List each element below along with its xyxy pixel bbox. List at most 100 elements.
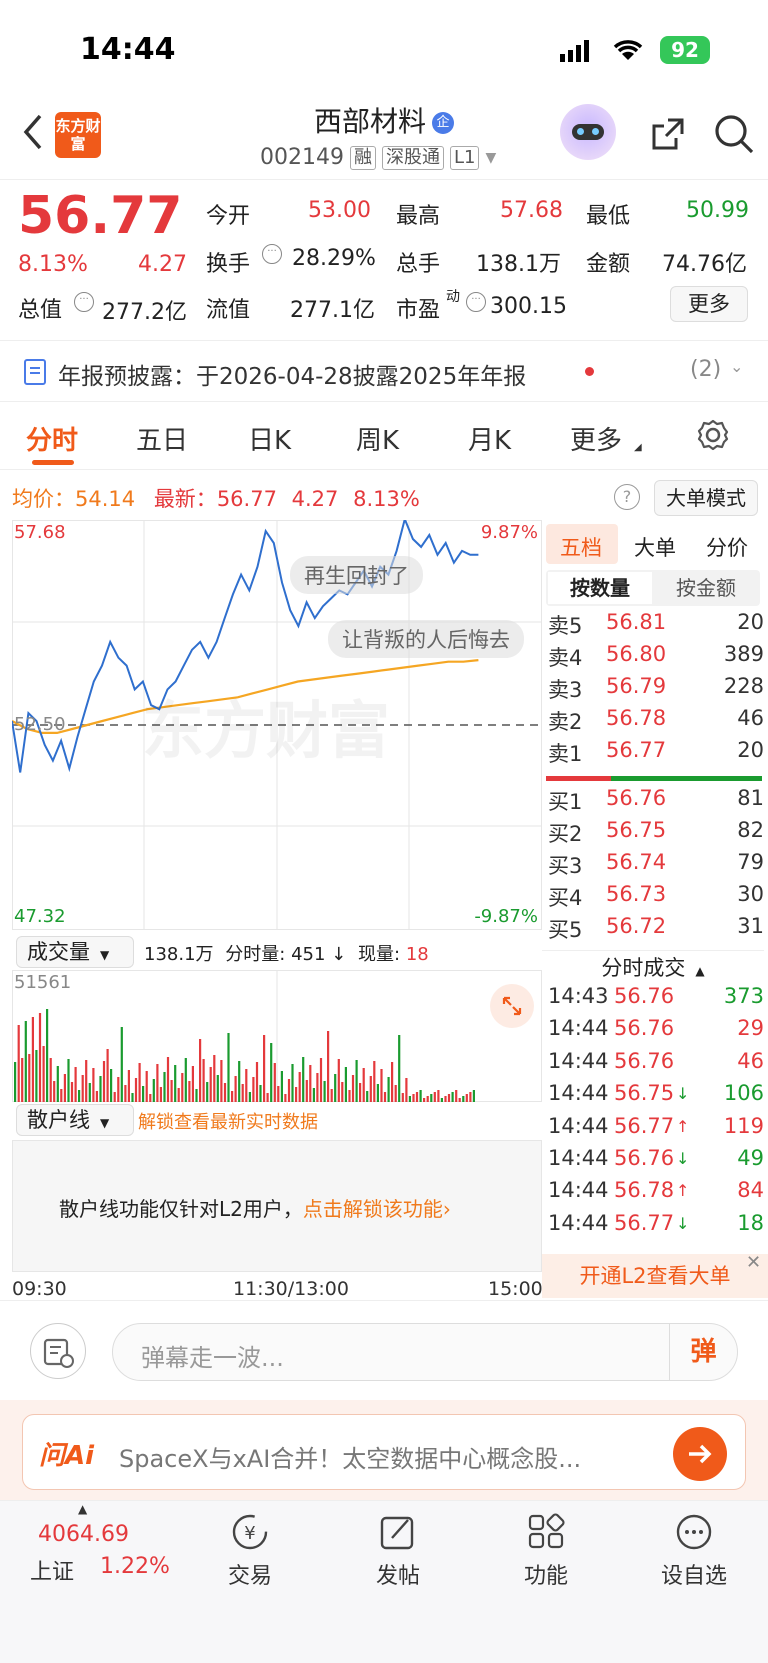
tick-row: 14:44 56.75 ↓ 106 xyxy=(548,1081,768,1113)
tab-monthly-k[interactable]: 月K xyxy=(468,420,511,457)
tab-more[interactable]: 更多 xyxy=(570,420,622,457)
volume-bar xyxy=(38,1013,42,1102)
nav-trade[interactable]: 交易 xyxy=(200,1558,300,1590)
notice-bar[interactable]: 年报预披露：于2026-04-28披露2025年年报 (2) ⌄ xyxy=(0,340,768,402)
volume-bar xyxy=(85,1060,88,1102)
bid-levels: 买1 56.76 81 买2 56.75 82 买3 56.74 79 买4 56.73 30 买5 56… xyxy=(548,786,768,946)
volume-bar xyxy=(163,1072,166,1102)
avg-value: 54.14 xyxy=(75,487,136,511)
volume-bar xyxy=(295,1087,298,1102)
tick-time: 14:43 xyxy=(548,984,609,1008)
volume-bar xyxy=(21,1058,24,1102)
volume-bar xyxy=(280,1071,283,1102)
retail-locked-panel: 散户线功能仅针对L2用户，点击解锁该功能› xyxy=(12,1140,542,1272)
level-price: 56.79 xyxy=(606,674,667,698)
danmaku-settings-icon[interactable] xyxy=(30,1323,86,1379)
volume-total: 138.1万 xyxy=(144,944,214,965)
pe-value: 300.15 xyxy=(490,294,567,319)
volume-selector[interactable]: 成交量 ▼ xyxy=(16,936,134,968)
l2-banner-text: 开通L2查看大单 xyxy=(579,1264,731,1288)
more-button[interactable]: 更多 xyxy=(670,286,748,322)
chevron-right-icon: › xyxy=(442,1197,451,1221)
tab-daily-k[interactable]: 日K xyxy=(248,420,291,457)
gear-icon[interactable] xyxy=(696,418,730,452)
ask-row: 卖5 56.81 20 xyxy=(548,610,768,642)
x-label-open: 09:30 xyxy=(12,1278,67,1300)
latest-change: 4.27 xyxy=(291,487,339,511)
volume-bar xyxy=(28,1054,31,1102)
level-qty: 82 xyxy=(737,818,764,842)
tag-margin: 融 xyxy=(349,145,376,170)
volume-bar xyxy=(131,1093,134,1102)
volume-bar xyxy=(359,1083,362,1102)
retail-selector[interactable]: 散户线 ▼ xyxy=(16,1104,134,1136)
nav-functions[interactable]: 功能 xyxy=(496,1558,596,1590)
ob-subtabs: 按数量 按金额 xyxy=(546,570,760,606)
tick-qty: 49 xyxy=(737,1146,764,1170)
share-icon[interactable] xyxy=(648,114,688,154)
ob-tab-price[interactable]: 分价 xyxy=(706,532,748,562)
ticks-header[interactable]: 分时成交 ▲ xyxy=(542,950,764,984)
retail-unlock-hint[interactable]: 解锁查看最新实时数据 xyxy=(138,1108,318,1134)
intraday-chart[interactable]: 东方财富 57.68 52.50 47.32 9.87% -9.87% 再生回封… xyxy=(12,520,542,930)
info-dots-icon[interactable]: ··· xyxy=(262,244,282,264)
nav-post-icon xyxy=(376,1512,420,1552)
ai-banner[interactable]: 问Ai SpaceX与xAI合并！太空数据中心概念股... xyxy=(22,1414,746,1490)
tab-five-day[interactable]: 五日 xyxy=(136,420,188,457)
ask-levels: 卖5 56.81 20 卖4 56.80 389 卖3 56.79 228 卖2 56.78 46 卖1… xyxy=(548,610,768,770)
search-icon[interactable] xyxy=(712,112,756,156)
level-qty: 31 xyxy=(737,914,764,938)
ob-subtab-amount[interactable]: 按金额 xyxy=(654,572,758,604)
robot-avatar[interactable] xyxy=(560,104,616,160)
ob-tab-big[interactable]: 大单 xyxy=(634,532,676,562)
volume-bar xyxy=(305,1080,308,1102)
bid-row: 买5 56.72 31 xyxy=(548,914,768,946)
help-icon[interactable]: ? xyxy=(614,484,640,510)
tick-time: 14:44 xyxy=(548,1146,609,1170)
tick-qty: 373 xyxy=(723,984,764,1008)
volume-chart[interactable]: 51561 xyxy=(12,970,542,1102)
tab-weekly-k[interactable]: 周K xyxy=(356,420,399,457)
info-dots-icon[interactable]: ··· xyxy=(466,292,486,312)
volume-bar xyxy=(49,1058,52,1102)
expand-icon[interactable] xyxy=(490,984,534,1028)
tick-arrow: ↑ xyxy=(676,1181,690,1201)
danmaku-send-button[interactable]: 弹 xyxy=(669,1324,737,1380)
close-icon[interactable]: ✕ xyxy=(746,1252,761,1273)
l2-banner[interactable]: 开通L2查看大单 xyxy=(542,1254,768,1298)
nav-add-watchlist[interactable]: 设自选 xyxy=(644,1558,744,1590)
open-value: 53.00 xyxy=(308,198,371,223)
ask-row: 卖2 56.78 46 xyxy=(548,706,768,738)
volume-bar xyxy=(284,1094,287,1102)
big-order-mode-button[interactable]: 大单模式 xyxy=(654,480,758,516)
level-qty: 389 xyxy=(723,642,764,666)
comment-input[interactable]: 弹幕走一波... 弹 xyxy=(112,1323,738,1381)
index-widget[interactable]: ▲ 4064.69 上证 1.22% xyxy=(30,1502,170,1592)
volume-bar xyxy=(42,1046,45,1102)
tick-row: 14:44 56.77 ↑ 119 xyxy=(548,1114,768,1146)
ob-subtab-qty[interactable]: 按数量 xyxy=(548,572,652,604)
volume-bar xyxy=(401,1093,404,1102)
tick-time: 14:44 xyxy=(548,1178,609,1203)
change-percent: 8.13% xyxy=(18,252,88,277)
nav-post[interactable]: 发帖 xyxy=(348,1558,448,1590)
stock-code-line[interactable]: 002149 融 深股通 L1 ▼ xyxy=(260,145,496,170)
volume-bar xyxy=(227,1033,230,1102)
volume-bar xyxy=(149,1094,152,1102)
chevron-down-icon: ⌄ xyxy=(730,357,744,376)
signal-icon xyxy=(560,40,592,62)
arrow-right-icon[interactable] xyxy=(673,1427,727,1481)
info-dots-icon[interactable]: ··· xyxy=(74,292,94,312)
volume-bar xyxy=(309,1065,312,1102)
unlock-link[interactable]: 点击解锁该功能 xyxy=(303,1197,443,1221)
volume-bar xyxy=(415,1092,419,1102)
tick-qty: 29 xyxy=(737,1016,764,1041)
tab-intraday[interactable]: 分时 xyxy=(26,420,78,457)
volume-bar xyxy=(206,1082,209,1102)
tick-row: 14:44 56.77 ↓ 18 xyxy=(548,1211,768,1243)
volume-bar xyxy=(327,1031,330,1102)
tick-row: 14:44 56.78 ↑ 84 xyxy=(548,1178,768,1210)
volume-bar xyxy=(120,1027,123,1102)
ob-tab-level5[interactable]: 五档 xyxy=(560,532,602,562)
caret-down-icon: ▼ xyxy=(100,1116,110,1130)
